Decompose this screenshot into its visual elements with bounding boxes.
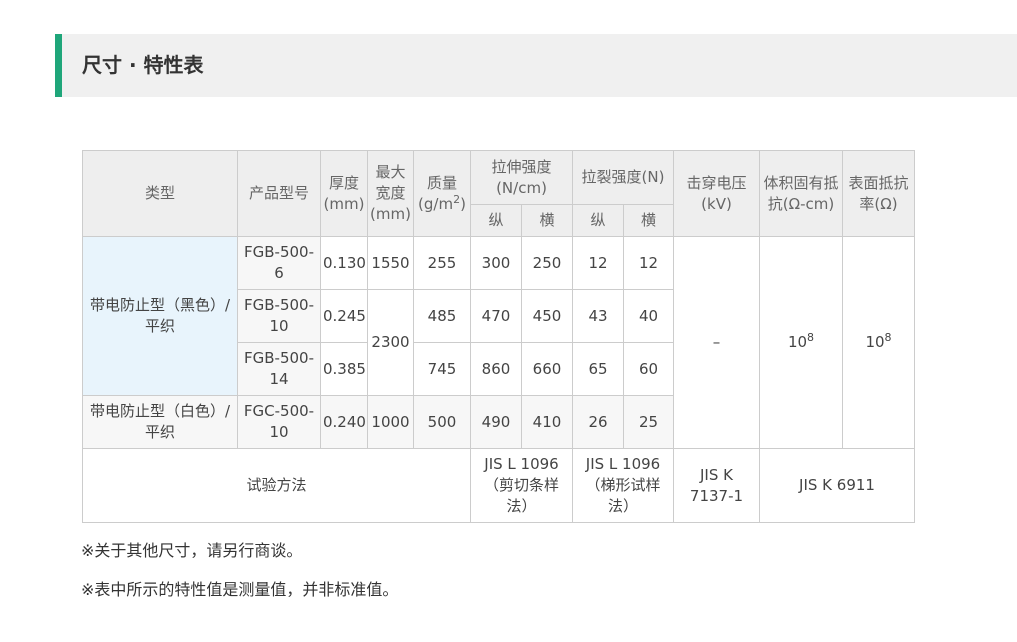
header-thickness: 厚度(mm) bbox=[320, 150, 368, 237]
model-cell: FGB-500-10 bbox=[237, 289, 321, 343]
header-mass-label: 质量(g/m bbox=[418, 173, 457, 213]
model-cell: FGB-500-14 bbox=[237, 342, 321, 396]
tear-l-cell: 65 bbox=[572, 342, 624, 396]
volume-exponent: 8 bbox=[807, 331, 815, 344]
thickness-cell: 0.245 bbox=[320, 289, 368, 343]
model-cell: FGB-500-6 bbox=[237, 236, 321, 290]
section-title: 尺寸 · 特性表 bbox=[82, 53, 204, 77]
test-method-tear: JIS L 1096（梯形试样法） bbox=[572, 448, 674, 523]
model-cell: FGC-500-10 bbox=[237, 395, 321, 449]
spec-table: 类型 产品型号 厚度(mm) 最大宽度(mm) 质量(g/m2) 拉伸强度(N/… bbox=[82, 150, 915, 523]
volume-base: 10 bbox=[787, 333, 808, 351]
test-method-resistivity: JIS K 6911 bbox=[759, 448, 915, 523]
surface-resistivity-cell: 108 bbox=[842, 236, 915, 449]
header-max-width: 最大宽度(mm) bbox=[367, 150, 414, 237]
header-surface-resistivity: 表面抵抗率(Ω) bbox=[842, 150, 915, 237]
type-cell-white: 带电防止型（白色）/ 平织 bbox=[82, 395, 238, 449]
surface-base: 10 bbox=[865, 333, 885, 351]
header-tensile: 拉伸强度(N/cm) bbox=[470, 150, 573, 205]
header-type: 类型 bbox=[82, 150, 238, 237]
header-row: 类型 产品型号 厚度(mm) 最大宽度(mm) 质量(g/m2) 拉伸强度(N/… bbox=[82, 150, 915, 237]
tensile-t-cell: 450 bbox=[521, 289, 573, 343]
tensile-t-cell: 410 bbox=[521, 395, 573, 449]
tensile-l-cell: 860 bbox=[470, 342, 522, 396]
header-tear: 拉裂强度(N) bbox=[572, 150, 674, 205]
header-mass-close: ) bbox=[460, 194, 466, 213]
width-cell: 1550 bbox=[367, 236, 414, 290]
tensile-t-cell: 660 bbox=[521, 342, 573, 396]
width-cell: 1000 bbox=[367, 395, 414, 449]
type-cell-black: 带电防止型（黑色）/ 平织 bbox=[82, 236, 238, 396]
breakdown-cell: – bbox=[673, 236, 760, 449]
tear-l-cell: 12 bbox=[572, 236, 624, 290]
tear-l-cell: 26 bbox=[572, 395, 624, 449]
header-model: 产品型号 bbox=[237, 150, 321, 237]
mass-cell: 745 bbox=[413, 342, 471, 396]
test-method-tensile: JIS L 1096（剪切条样法） bbox=[470, 448, 573, 523]
table-row: 带电防止型（黑色）/ 平织 FGB-500-6 0.130 1550 255 3… bbox=[82, 236, 915, 449]
mass-cell: 500 bbox=[413, 395, 471, 449]
tear-l-cell: 43 bbox=[572, 289, 624, 343]
thickness-cell: 0.240 bbox=[320, 395, 368, 449]
mass-cell: 255 bbox=[413, 236, 471, 290]
note-other-sizes: ※关于其他尺寸，请另行商谈。 bbox=[81, 541, 303, 560]
note-measured-values: ※表中所示的特性值是测量值，并非标准值。 bbox=[81, 580, 399, 599]
tensile-l-cell: 490 bbox=[470, 395, 522, 449]
header-tensile-longitudinal: 纵 bbox=[470, 204, 522, 237]
test-method-label: 试验方法 bbox=[82, 448, 471, 523]
tensile-l-cell: 470 bbox=[470, 289, 522, 343]
surface-exponent: 8 bbox=[884, 331, 892, 344]
header-breakdown: 击穿电压(kV) bbox=[673, 150, 760, 237]
header-tear-longitudinal: 纵 bbox=[572, 204, 624, 237]
test-method-row: 试验方法 JIS L 1096（剪切条样法） JIS L 1096（梯形试样法）… bbox=[82, 448, 915, 523]
thickness-cell: 0.130 bbox=[320, 236, 368, 290]
header-volume-resistivity: 体积固有抵抗(Ω-cm) bbox=[759, 150, 843, 237]
header-mass: 质量(g/m2) bbox=[413, 150, 471, 237]
thickness-cell: 0.385 bbox=[320, 342, 368, 396]
tear-t-cell: 12 bbox=[623, 236, 674, 290]
tensile-l-cell: 300 bbox=[470, 236, 522, 290]
tensile-t-cell: 250 bbox=[521, 236, 573, 290]
mass-cell: 485 bbox=[413, 289, 471, 343]
tear-t-cell: 60 bbox=[623, 342, 674, 396]
width-cell: 2300 bbox=[367, 289, 414, 396]
tear-t-cell: 25 bbox=[623, 395, 674, 449]
test-method-breakdown: JIS K 7137-1 bbox=[673, 448, 760, 523]
tear-t-cell: 40 bbox=[623, 289, 674, 343]
header-tensile-transverse: 横 bbox=[521, 204, 573, 237]
section-header: 尺寸 · 特性表 bbox=[55, 34, 1017, 97]
volume-resistivity-cell: 108 bbox=[759, 236, 843, 449]
header-tear-transverse: 横 bbox=[623, 204, 674, 237]
